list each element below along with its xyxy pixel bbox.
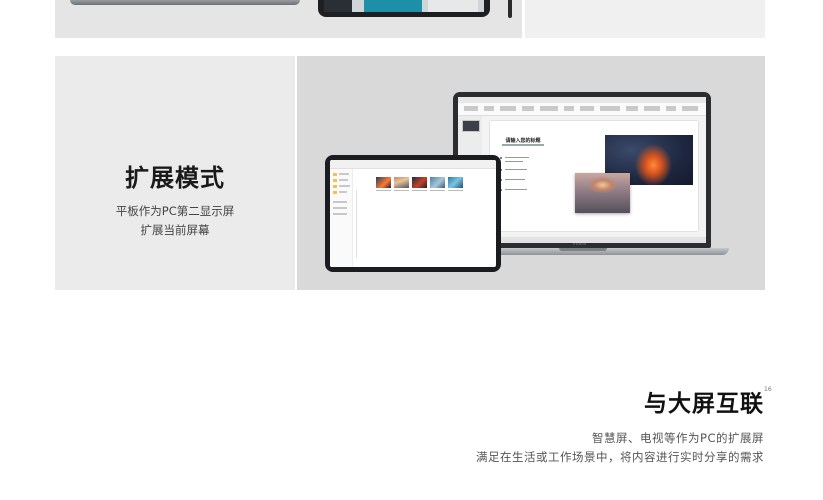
extend-mode-title: 扩展模式 bbox=[125, 164, 225, 192]
prev-section-panel bbox=[525, 0, 765, 38]
file-thumbnail bbox=[376, 177, 391, 188]
file-thumbnail bbox=[412, 177, 427, 188]
file-thumbnail bbox=[430, 177, 445, 188]
tablet-screen bbox=[330, 160, 496, 267]
footnote-marker: 16 bbox=[764, 386, 772, 393]
tablet-illustration-main bbox=[325, 155, 501, 272]
file-thumbnail bbox=[448, 177, 463, 188]
extend-mode-desc-line1: 平板作为PC第二显示屏 bbox=[115, 204, 235, 218]
big-screen-desc-line2: 满足在生活或工作场景中，将内容进行实时分享的需求 bbox=[476, 450, 764, 464]
laptop-notch bbox=[559, 248, 607, 251]
laptop-brand-logo: HONOR bbox=[573, 242, 587, 246]
laptop-base-illustration bbox=[70, 0, 300, 5]
file-thumbnail bbox=[394, 177, 409, 188]
presentation-slide: 请输入您的标题 bbox=[490, 121, 698, 231]
extend-mode-text-panel: 扩展模式 平板作为PC第二显示屏 扩展当前屏幕 bbox=[55, 56, 295, 290]
landscape-photo bbox=[575, 173, 630, 213]
extend-mode-illustration: 请输入您的标题 HONOR bbox=[297, 56, 765, 290]
big-screen-desc-line1: 智慧屏、电视等作为PC的扩展屏 bbox=[592, 431, 764, 445]
big-screen-title: 与大屏互联 bbox=[644, 391, 764, 417]
slide-title: 请输入您的标题 bbox=[505, 138, 541, 144]
stylus-illustration bbox=[508, 0, 512, 18]
tablet-screen-illustration bbox=[324, 0, 484, 12]
extend-mode-desc-line2: 扩展当前屏幕 bbox=[140, 223, 210, 237]
